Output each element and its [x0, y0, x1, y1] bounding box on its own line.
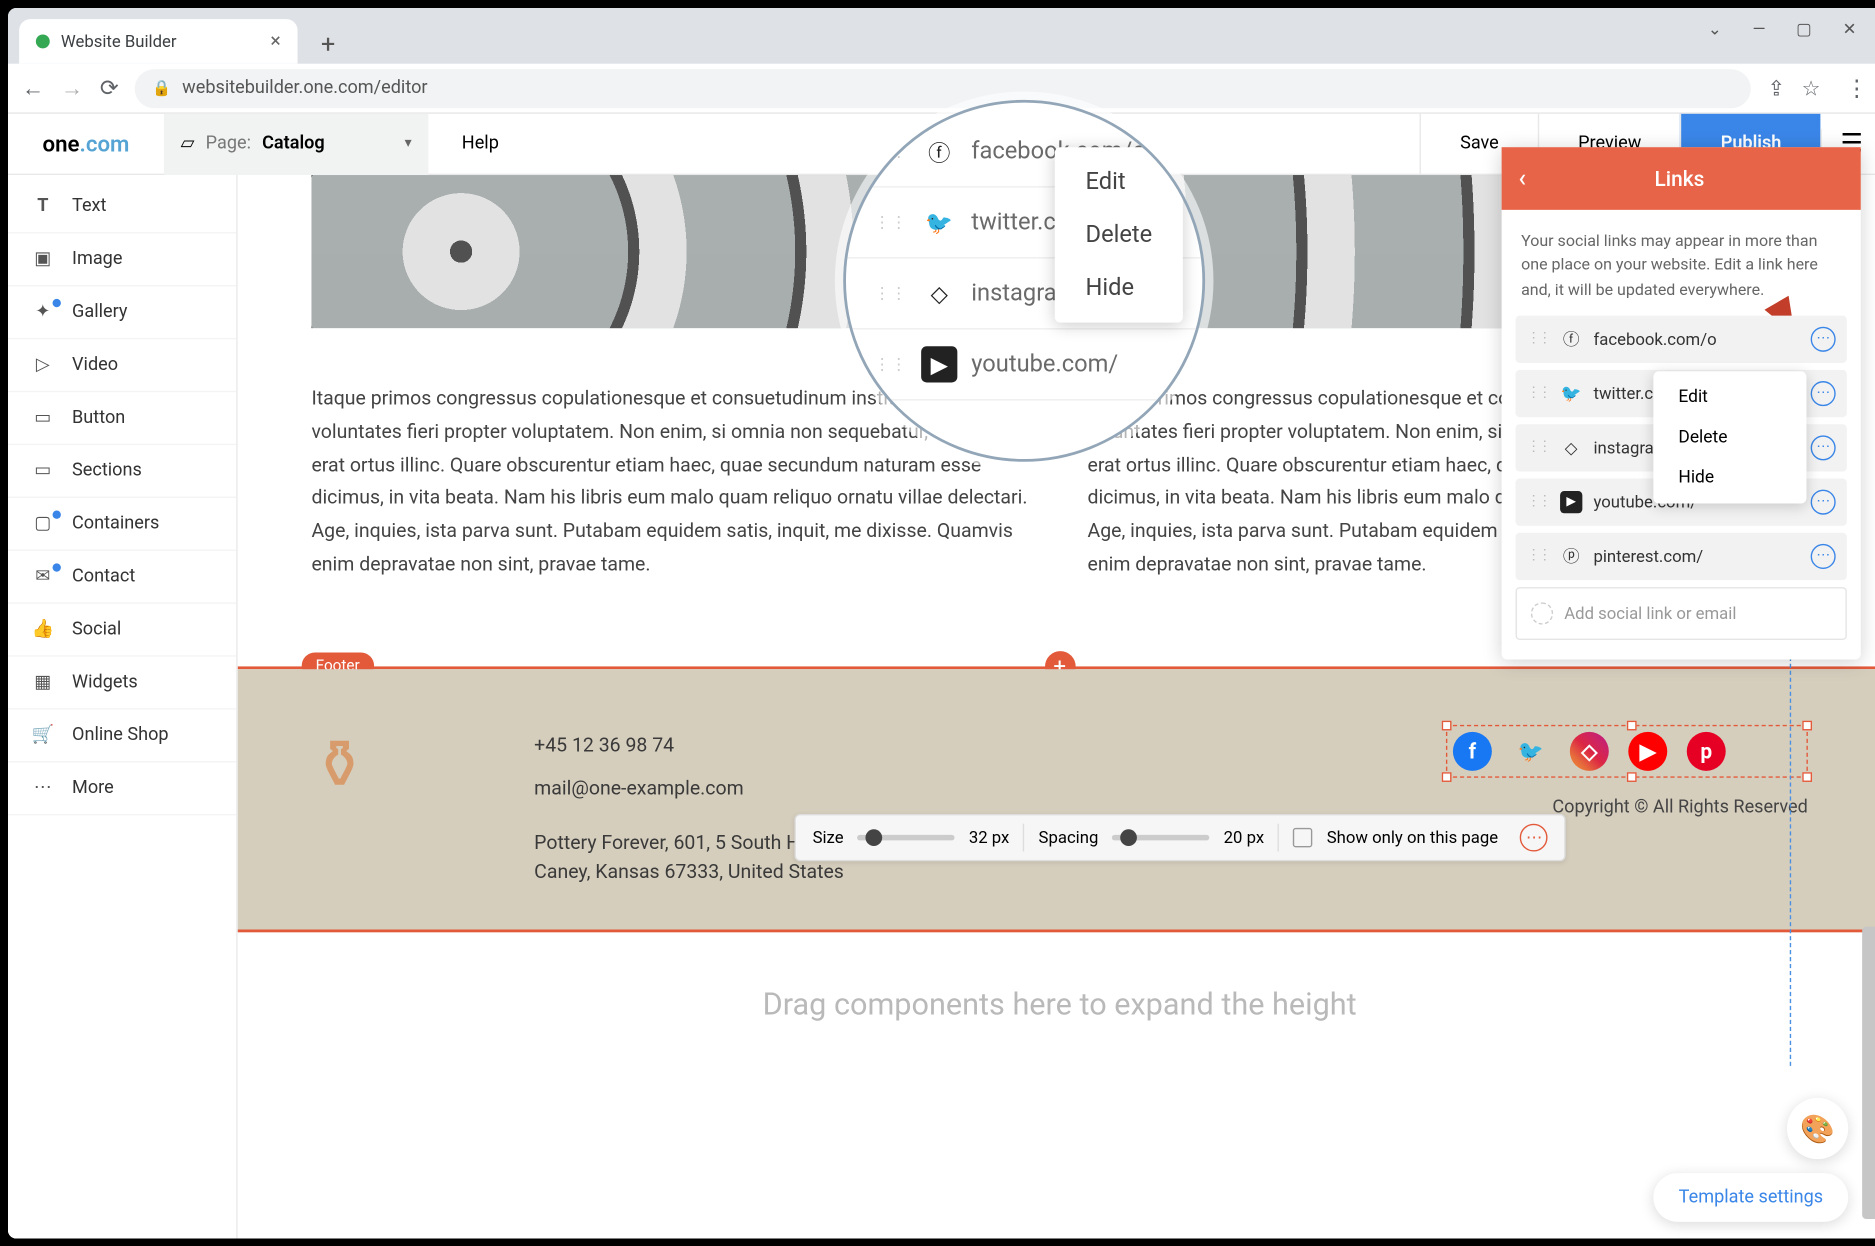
- component-sidebar: TText ▣Image ✦Gallery ▷Video ▭Button ▭Se…: [8, 175, 238, 1238]
- sidebar-item-online-shop[interactable]: 🛒Online Shop: [8, 710, 236, 763]
- sidebar-item-more[interactable]: ⋯More: [8, 762, 236, 815]
- row-more-button[interactable]: ⋯: [1811, 435, 1836, 460]
- menu-item-edit[interactable]: Edit: [1055, 156, 1183, 209]
- panel-title: Links: [1543, 166, 1844, 191]
- social-icons-block[interactable]: f 🐦 ◇ ▶ p: [1446, 725, 1808, 778]
- row-more-button[interactable]: ⋯: [1811, 326, 1836, 351]
- settings-more-button[interactable]: ⋯: [1520, 824, 1548, 852]
- link-row-pinterest[interactable]: ⋮⋮ⓟpinterest.com/⋯: [1516, 532, 1847, 579]
- template-settings-button[interactable]: Template settings: [1654, 1173, 1849, 1222]
- page-selector-value: Catalog: [262, 133, 325, 154]
- youtube-icon[interactable]: ▶: [1628, 732, 1667, 771]
- maximize-icon[interactable]: ▢: [1796, 19, 1812, 38]
- close-tab-icon[interactable]: ×: [270, 30, 280, 52]
- footer-email: mail@one-example.com: [534, 767, 1390, 810]
- drag-handle-icon[interactable]: ⋮⋮: [1527, 331, 1549, 346]
- facebook-icon: ⓕ: [1560, 328, 1582, 350]
- menu-item-delete[interactable]: Delete: [1653, 417, 1806, 457]
- footer-section[interactable]: ⚱ +45 12 36 98 74 mail@one-example.com P…: [238, 669, 1875, 933]
- minimize-icon[interactable]: —: [1752, 19, 1765, 38]
- tab-title: Website Builder: [61, 32, 177, 51]
- theme-fab-button[interactable]: 🎨: [1787, 1098, 1848, 1159]
- spacing-label: Spacing: [1039, 828, 1099, 847]
- zoom-context-menu: Edit Delete Hide: [1055, 147, 1183, 322]
- show-only-page-checkbox[interactable]: [1293, 828, 1312, 847]
- lock-icon: 🔒: [152, 79, 171, 97]
- add-circle-icon: [1531, 602, 1553, 624]
- page-selector-label: Page:: [206, 133, 251, 154]
- back-icon[interactable]: ←: [22, 74, 44, 102]
- browser-menu-icon[interactable]: ⋮: [1845, 75, 1867, 101]
- sidebar-item-text[interactable]: TText: [8, 181, 236, 234]
- sidebar-item-sections[interactable]: ▭Sections: [8, 445, 236, 498]
- sidebar-item-widgets[interactable]: ▦Widgets: [8, 657, 236, 710]
- sidebar-item-video[interactable]: ▷Video: [8, 339, 236, 392]
- size-slider[interactable]: [857, 835, 954, 841]
- twitter-icon[interactable]: 🐦: [1511, 732, 1550, 771]
- url-text: websitebuilder.one.com/editor: [182, 78, 427, 99]
- logo: one.com: [8, 130, 164, 156]
- zoom-callout: ⋮⋮ⓕfacebook.com/o ⋮⋮🐦twitter.com/ ⋮⋮◇ins…: [843, 100, 1205, 462]
- window-controls: ⌄ — ▢ ✕: [1683, 8, 1875, 50]
- spacing-value: 20 px: [1224, 828, 1264, 847]
- star-icon[interactable]: ☆: [1802, 76, 1821, 101]
- spacing-slider[interactable]: [1112, 835, 1209, 841]
- footer-phone: +45 12 36 98 74: [534, 725, 1390, 768]
- footer-logo-icon: ⚱: [311, 725, 478, 889]
- drag-handle-icon[interactable]: ⋮⋮: [1527, 494, 1549, 509]
- instagram-icon: ◇: [1560, 436, 1582, 458]
- size-value: 32 px: [969, 828, 1009, 847]
- help-link[interactable]: Help: [428, 133, 532, 154]
- sidebar-item-image[interactable]: ▣Image: [8, 234, 236, 287]
- page-selector[interactable]: ▱ Page: Catalog ▾: [164, 113, 428, 174]
- menu-item-hide[interactable]: Hide: [1653, 458, 1806, 498]
- pinterest-icon: ⓟ: [1560, 545, 1582, 567]
- caret-down-icon: ▾: [405, 136, 412, 151]
- sidebar-item-contact[interactable]: ✉Contact: [8, 551, 236, 604]
- row-more-button[interactable]: ⋯: [1811, 381, 1836, 406]
- link-row-facebook[interactable]: ⋮⋮ⓕfacebook.com/o⋯: [1516, 315, 1847, 362]
- new-tab-button[interactable]: +: [309, 25, 348, 64]
- menu-item-hide[interactable]: Hide: [1055, 261, 1183, 314]
- close-window-icon[interactable]: ✕: [1843, 19, 1857, 38]
- social-settings-bar: Size 32 px Spacing 20 px Show only on th…: [794, 814, 1566, 861]
- facebook-icon[interactable]: f: [1453, 732, 1492, 771]
- show-only-page-label: Show only on this page: [1327, 828, 1498, 847]
- browser-tab[interactable]: Website Builder ×: [19, 19, 297, 64]
- page-icon: ▱: [181, 133, 195, 154]
- instagram-icon[interactable]: ◇: [1570, 732, 1609, 771]
- drag-handle-icon[interactable]: ⋮⋮: [1527, 548, 1549, 563]
- youtube-icon: ▶: [1560, 491, 1582, 513]
- sidebar-item-gallery[interactable]: ✦Gallery: [8, 286, 236, 339]
- sidebar-item-containers[interactable]: ▢Containers: [8, 498, 236, 551]
- menu-item-edit[interactable]: Edit: [1653, 377, 1806, 417]
- forward-icon[interactable]: →: [61, 74, 83, 102]
- row-more-button[interactable]: ⋯: [1811, 544, 1836, 569]
- tab-favicon-icon: [36, 34, 50, 48]
- browser-chrome: Website Builder × + ← → ⟳ 🔒 websitebuild…: [8, 8, 1875, 114]
- row-more-button[interactable]: ⋯: [1811, 489, 1836, 514]
- size-label: Size: [813, 828, 844, 847]
- row-context-menu: Edit Delete Hide: [1653, 371, 1806, 503]
- footer-contact: +45 12 36 98 74 mail@one-example.com Pot…: [534, 725, 1390, 889]
- sidebar-item-button[interactable]: ▭Button: [8, 392, 236, 445]
- twitter-icon: 🐦: [1560, 382, 1582, 404]
- address-bar[interactable]: 🔒 websitebuilder.one.com/editor: [135, 69, 1751, 108]
- reload-icon[interactable]: ⟳: [100, 75, 119, 101]
- pinterest-icon[interactable]: p: [1687, 732, 1726, 771]
- menu-item-delete[interactable]: Delete: [1055, 208, 1183, 261]
- sidebar-item-social[interactable]: 👍Social: [8, 604, 236, 657]
- panel-back-icon[interactable]: ‹: [1518, 164, 1526, 193]
- add-social-link-input[interactable]: Add social link or email: [1516, 587, 1847, 640]
- share-icon[interactable]: ⇪: [1767, 76, 1785, 101]
- chevron-down-icon[interactable]: ⌄: [1708, 19, 1722, 38]
- drop-zone[interactable]: Drag components here to expand the heigh…: [238, 933, 1875, 1079]
- panel-description: Your social links may appear in more tha…: [1502, 210, 1861, 315]
- drag-handle-icon[interactable]: ⋮⋮: [1527, 440, 1549, 455]
- scrollbar-thumb[interactable]: [1862, 927, 1875, 1219]
- drag-handle-icon[interactable]: ⋮⋮: [1527, 386, 1549, 401]
- zoom-link-row: ⋮⋮▶youtube.com/: [846, 330, 1202, 401]
